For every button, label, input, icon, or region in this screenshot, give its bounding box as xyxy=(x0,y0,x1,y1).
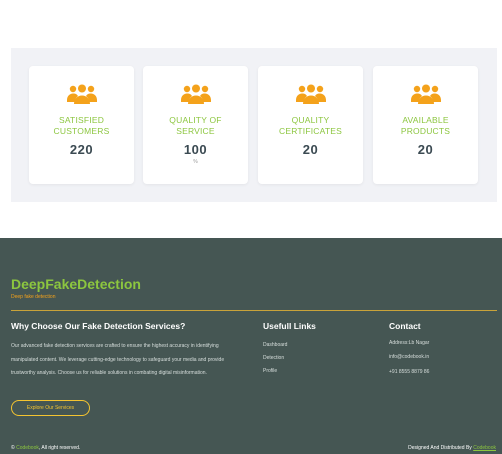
footer-brand[interactable]: DeepFakeDetection xyxy=(11,276,141,292)
about-text: Our advanced fake detection services are… xyxy=(11,343,225,376)
stat-value: 220 xyxy=(69,142,94,157)
contact-email[interactable]: info@codebook.in xyxy=(389,354,429,360)
site-footer: DeepFakeDetection Deep fake detection Wh… xyxy=(0,238,502,454)
copyright-text: , All right reserved. xyxy=(38,445,81,451)
stat-card-products: AVAILABLE PRODUCTS 20 xyxy=(373,66,478,184)
users-icon xyxy=(180,84,211,104)
credit-brand-link[interactable]: Codebook xyxy=(473,445,496,451)
about-heading: Why Choose Our Fake Detection Services? xyxy=(11,321,186,331)
stat-value: 20 xyxy=(417,142,434,157)
stat-value: 20 xyxy=(302,142,319,157)
stat-label: QUALITY OF SERVICE xyxy=(169,115,222,136)
footer-link-dashboard[interactable]: Dashboard xyxy=(263,342,287,348)
users-icon xyxy=(410,84,441,104)
credit-text: Designed And Distributed By xyxy=(408,445,472,451)
stat-card-certificates: QUALITY CERTIFICATES 20 xyxy=(258,66,363,184)
stat-label: SATISFIED CUSTOMERS xyxy=(53,115,110,136)
stats-section: SATISFIED CUSTOMERS 220 QUALITY OF SERVI… xyxy=(11,48,497,202)
contact-address: Address:Lb Nagar xyxy=(389,340,430,346)
copyright-brand-link[interactable]: Codebook xyxy=(16,445,39,451)
copyright: © Codebook, All right reserved. xyxy=(11,445,80,451)
footer-link-profile[interactable]: Profile xyxy=(263,368,277,374)
links-heading: Usefull Links xyxy=(263,321,316,331)
copyright-icon: © xyxy=(11,445,15,451)
stat-value: 100 xyxy=(183,142,208,157)
footer-link-detection[interactable]: Detection xyxy=(263,355,284,361)
explore-services-button[interactable]: Explore Our Services xyxy=(11,400,90,416)
designer-credit: Designed And Distributed By Codebook xyxy=(408,445,496,451)
contact-heading: Contact xyxy=(389,321,421,331)
stat-label: QUALITY CERTIFICATES xyxy=(278,115,342,136)
users-icon xyxy=(295,84,326,104)
footer-tagline: Deep fake detection xyxy=(11,294,56,300)
footer-divider xyxy=(11,310,497,311)
stat-label: AVAILABLE PRODUCTS xyxy=(400,115,451,136)
stat-card-customers: SATISFIED CUSTOMERS 220 xyxy=(29,66,134,184)
stat-card-service: QUALITY OF SERVICE 100 % xyxy=(143,66,248,184)
users-icon xyxy=(66,84,97,104)
contact-phone[interactable]: +91 8555 8879 86 xyxy=(389,369,429,375)
stat-percent: % xyxy=(193,159,198,165)
